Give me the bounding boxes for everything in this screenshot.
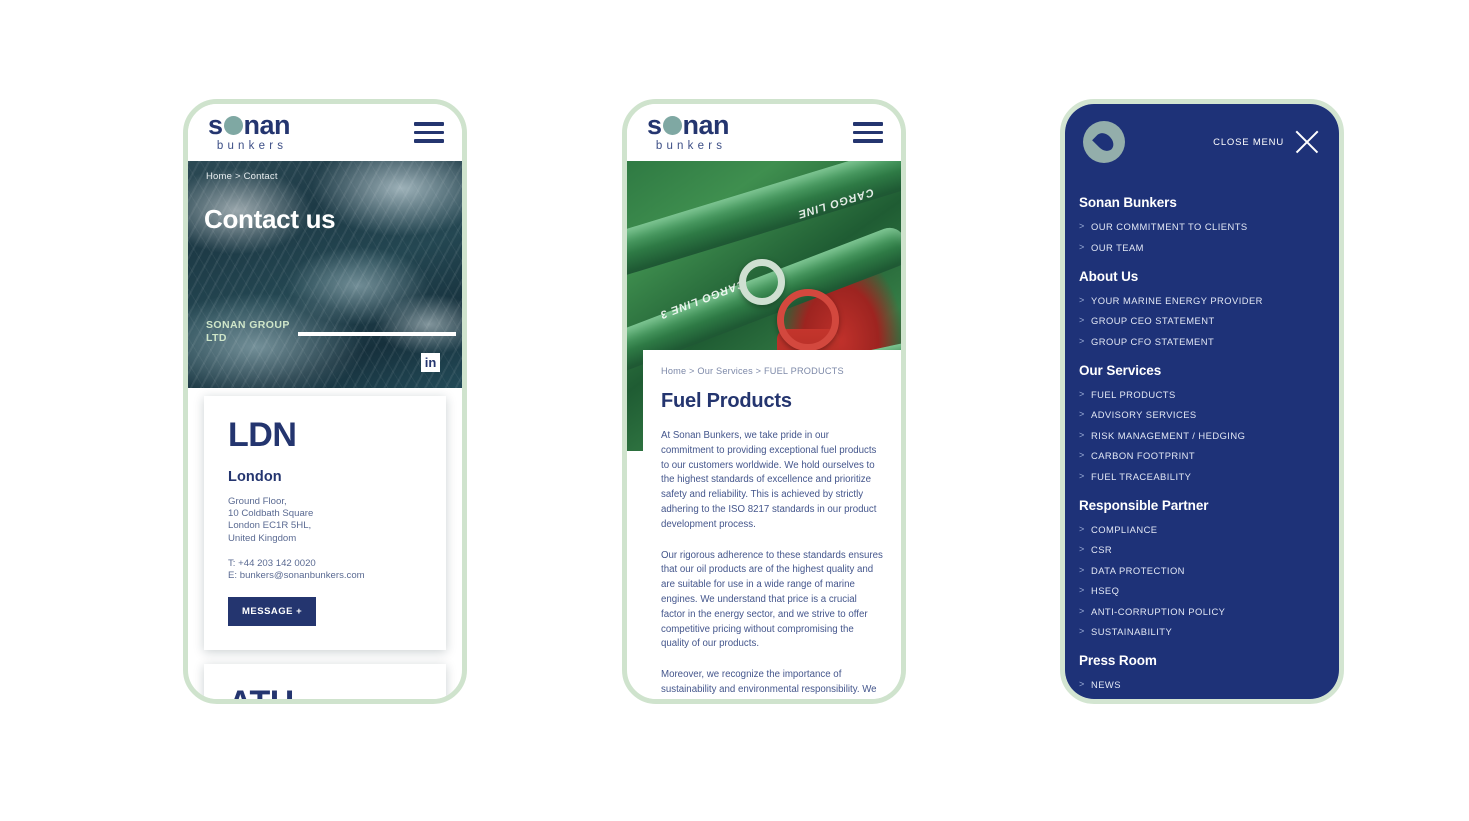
menu-section-title: Our Services (1079, 362, 1162, 378)
screenshot-stage: s nan bunkers Home > Contact Contact us S… (0, 0, 1469, 821)
logo-subtext: bunkers (216, 140, 288, 153)
breadcrumb[interactable]: Home > Contact (206, 171, 278, 182)
body-paragraph: Moreover, we recognize the importance of… (661, 669, 883, 699)
close-menu-button[interactable]: CLOSE MENU (1213, 128, 1321, 156)
message-button[interactable]: MESSAGE + (228, 597, 317, 627)
logo-subtext: bunkers (655, 140, 727, 153)
contact-screen: s nan bunkers Home > Contact Contact us S… (188, 104, 462, 699)
menu-sections: Sonan Bunkers OUR COMMITMENT TO CLIENTS … (1065, 163, 1339, 690)
hamburger-bar (414, 122, 444, 126)
menu-section-title: About Us (1079, 268, 1139, 284)
menu-item-group-ceo-statement[interactable]: GROUP CEO STATEMENT (1079, 315, 1325, 326)
menu-item-our-team[interactable]: OUR TEAM (1079, 242, 1325, 253)
contact-card-athens: ATH Athens Vouliagmenis Ave 84 & V. Geor… (204, 664, 446, 699)
menu-item-hseq[interactable]: HSEQ (1079, 585, 1325, 596)
valve-wheel-red-icon (777, 289, 839, 351)
menu-screen: CLOSE MENU Sonan Bunkers OUR COMMITMENT … (1065, 104, 1339, 699)
menu-section-our-services: Our Services FUEL PRODUCTS ADVISORY SERV… (1079, 363, 1325, 482)
menu-section-title: Press Room (1079, 653, 1157, 668)
logo-wordmark: s nan (647, 110, 730, 141)
company-name: SONAN GROUP LTD (206, 319, 290, 344)
menu-section-press-room: Press Room NEWS (1079, 653, 1325, 690)
article-content-card: Home > Our Services > FUEL PRODUCTS Fuel… (643, 350, 901, 699)
phone-mockup-contact: s nan bunkers Home > Contact Contact us S… (183, 99, 467, 704)
menu-item-fuel-traceability[interactable]: FUEL TRACEABILITY (1079, 471, 1325, 482)
menu-item-your-marine-energy-provider[interactable]: YOUR MARINE ENERGY PROVIDER (1079, 295, 1325, 306)
hamburger-bar (414, 130, 444, 135)
menu-item-csr[interactable]: CSR (1079, 544, 1325, 555)
breadcrumb[interactable]: Home > Our Services > FUEL PRODUCTS (661, 366, 883, 376)
menu-item-risk-management-hedging[interactable]: RISK MANAGEMENT / HEDGING (1079, 430, 1325, 441)
menu-section-sonan-bunkers: Sonan Bunkers OUR COMMITMENT TO CLIENTS … (1079, 195, 1325, 253)
menu-item-advisory-services[interactable]: ADVISORY SERVICES (1079, 409, 1325, 420)
menu-item-sustainability[interactable]: SUSTAINABILITY (1079, 626, 1325, 637)
divider (298, 332, 456, 336)
hamburger-bar (853, 130, 883, 135)
menu-item-our-commitment-to-clients[interactable]: OUR COMMITMENT TO CLIENTS (1079, 221, 1325, 232)
site-header: s nan bunkers (188, 104, 462, 161)
site-header: s nan bunkers (627, 104, 901, 161)
contact-card-london: LDN London Ground Floor, 10 Coldbath Squ… (204, 396, 446, 651)
contact-cards-list: LDN London Ground Floor, 10 Coldbath Squ… (188, 388, 462, 699)
menu-item-fuel-products[interactable]: FUEL PRODUCTS (1079, 389, 1325, 400)
location-address: Ground Floor, 10 Coldbath Square London … (228, 496, 314, 544)
menu-item-anti-corruption-policy[interactable]: ANTI-CORRUPTION POLICY (1079, 606, 1325, 617)
menu-section-responsible-partner: Responsible Partner COMPLIANCE CSR DATA … (1079, 498, 1325, 638)
logo-drop-icon (662, 116, 682, 136)
sonan-logo[interactable]: s nan bunkers (647, 110, 730, 153)
valve-wheel-pale-icon (739, 259, 785, 305)
body-paragraph: At Sonan Bunkers, we take pride in our c… (661, 430, 877, 530)
location-contact-details: T: +44 203 142 0020 E: bunkers@sonanbunk… (228, 557, 365, 582)
hamburger-bar (414, 139, 444, 143)
hero-banner-ocean: Home > Contact Contact us SONAN GROUP LT… (188, 161, 462, 388)
water-drop-logo-icon[interactable] (1083, 121, 1125, 163)
logo-wordmark: s nan (208, 110, 291, 141)
drop-shape (1091, 129, 1117, 155)
menu-section-title: Sonan Bunkers (1079, 195, 1177, 210)
menu-section-title: Responsible Partner (1079, 497, 1209, 513)
hamburger-icon[interactable] (414, 122, 444, 143)
phone-mockup-navigation-menu: CLOSE MENU Sonan Bunkers OUR COMMITMENT … (1060, 99, 1344, 704)
sonan-logo[interactable]: s nan bunkers (208, 110, 291, 153)
close-icon (1293, 128, 1321, 156)
menu-item-compliance[interactable]: COMPLIANCE (1079, 524, 1325, 535)
phone-mockup-fuel-products: s nan bunkers CARGO LINE CARGO LINE 3 Ho… (622, 99, 906, 704)
logo-drop-icon (223, 116, 243, 136)
hamburger-bar (853, 122, 883, 126)
menu-header: CLOSE MENU (1065, 104, 1339, 163)
menu-item-carbon-footprint[interactable]: CARBON FOOTPRINT (1079, 450, 1325, 461)
menu-item-data-protection[interactable]: DATA PROTECTION (1079, 565, 1325, 576)
page-title: Fuel Products (661, 390, 792, 412)
menu-section-about-us: About Us YOUR MARINE ENERGY PROVIDER GRO… (1079, 269, 1325, 347)
hamburger-bar (853, 139, 883, 143)
close-menu-label: CLOSE MENU (1213, 136, 1284, 148)
hamburger-icon[interactable] (853, 122, 883, 143)
menu-item-group-cfo-statement[interactable]: GROUP CFO STATEMENT (1079, 336, 1325, 347)
location-code: LDN (228, 416, 297, 454)
location-city: London (228, 469, 282, 485)
linkedin-icon[interactable]: in (421, 353, 440, 372)
fuel-screen: s nan bunkers CARGO LINE CARGO LINE 3 Ho… (627, 104, 901, 699)
location-code: ATH (228, 686, 422, 699)
body-paragraph: Our rigorous adherence to these standard… (661, 549, 883, 650)
menu-item-news[interactable]: NEWS (1079, 679, 1325, 690)
page-title: Contact us (204, 204, 336, 234)
